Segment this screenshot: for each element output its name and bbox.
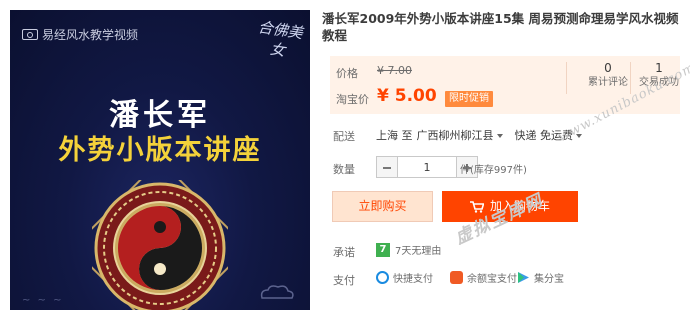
delivery-row: 上海 至 广西柳州柳江县 快递 免运费 xyxy=(376,127,582,143)
promo-price-label: 淘宝价 xyxy=(336,93,369,106)
payment-method-label: 快捷支付 xyxy=(393,274,433,285)
payment-method-label: 集分宝 xyxy=(534,274,564,285)
payment-label: 支付 xyxy=(333,274,355,287)
promo-price: ¥ 5.00 xyxy=(377,86,437,106)
video-camera-icon xyxy=(22,29,38,40)
promo-badge: 限时促销 xyxy=(445,91,493,107)
pledge-text: 7天无理由 xyxy=(395,246,442,257)
payment-method-yuebao[interactable]: 余额宝支付 xyxy=(450,270,517,285)
image-footer-decoration: ~ ~ ~ xyxy=(22,295,64,306)
chevron-down-icon xyxy=(496,134,503,138)
product-image[interactable]: 易经风水教学视频 合佛美女 潘长军 外势小版本讲座 ~ ~ ~ xyxy=(10,10,310,310)
price-label: 价格 xyxy=(336,67,358,80)
payment-method-jifenbao[interactable]: 集分宝 xyxy=(517,270,564,285)
seven-day-return-icon: 7 xyxy=(376,242,390,257)
payment-method-label: 余额宝支付 xyxy=(467,274,517,285)
quantity-input[interactable] xyxy=(398,156,456,178)
delivery-to: 广西柳州柳江县 xyxy=(416,129,494,142)
original-price: ¥ 7.00 xyxy=(377,64,412,77)
delivery-to-select[interactable]: 广西柳州柳江县 xyxy=(417,127,503,143)
reviews-count: 0 xyxy=(604,61,612,75)
stat-divider xyxy=(566,62,567,94)
delivery-from: 上海 至 xyxy=(376,129,413,142)
payment-method-quick[interactable]: 快捷支付 xyxy=(376,270,433,285)
cloud-ornament-icon xyxy=(260,285,294,299)
quantity-label: 数量 xyxy=(333,163,355,176)
reviews-label: 累计评论 xyxy=(588,77,628,88)
decrease-button[interactable] xyxy=(376,156,398,178)
stock-text: 件(库存997件) xyxy=(460,165,527,176)
image-seal: 合佛美女 xyxy=(256,18,304,60)
image-watermark: 易经风水教学视频 xyxy=(22,26,138,43)
pledge-row[interactable]: 7 7天无理由 xyxy=(376,242,441,257)
quick-pay-icon xyxy=(376,271,389,284)
pledge-label: 承诺 xyxy=(333,246,355,259)
yin-yang-emblem xyxy=(92,180,228,310)
jifenbao-icon xyxy=(518,272,529,283)
reviews-stat[interactable]: 0 累计评论 xyxy=(580,60,636,90)
delivery-label: 配送 xyxy=(333,130,355,143)
product-title: 潘长军2009年外势小版本讲座15集 周易预测命理易学风水视频教程 xyxy=(322,11,679,43)
yuebao-icon xyxy=(450,271,463,284)
image-title-line2: 外势小版本讲座 xyxy=(58,135,262,166)
image-watermark-text: 易经风水教学视频 xyxy=(42,28,139,42)
buy-now-button[interactable]: 立即购买 xyxy=(332,191,433,222)
